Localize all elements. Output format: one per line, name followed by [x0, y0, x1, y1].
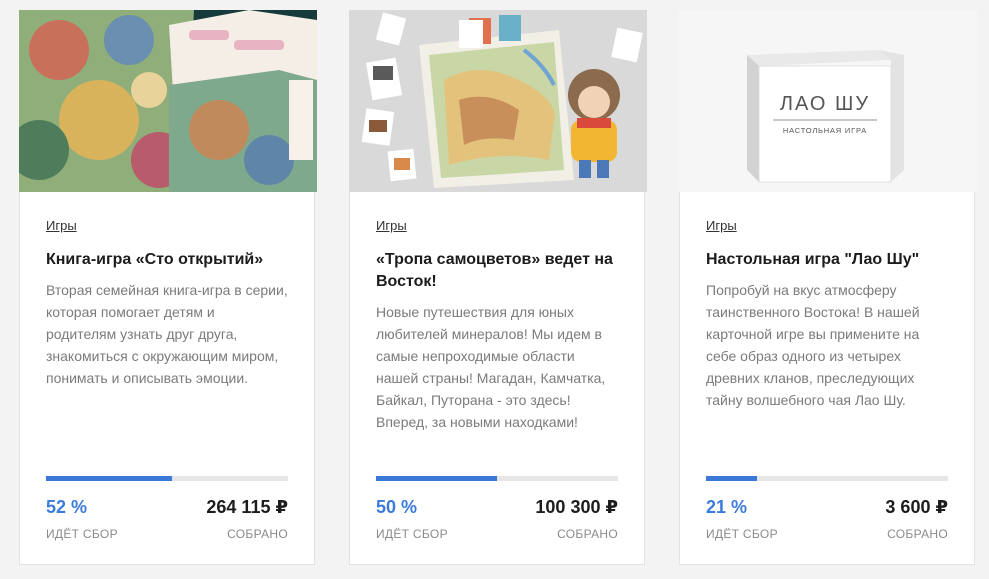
progress-fill: [376, 476, 497, 481]
status-label: ИДЁТ СБОР: [46, 527, 118, 541]
project-description: Новые путешествия для юных любителей мин…: [376, 304, 606, 430]
progress-fill: [46, 476, 172, 481]
percent-funded: 21 %: [706, 497, 748, 517]
project-title[interactable]: «Тропа самоцветов» ведет на Восток!: [376, 249, 618, 293]
project-description: Попробуй на вкус атмосферу таинственного…: [706, 282, 920, 408]
box-subtitle: НАСТОЛЬНАЯ ИГРА: [783, 126, 867, 135]
project-title[interactable]: Настольная игра "Лао Шу": [706, 249, 948, 271]
amount-collected: 264 115 ₽: [206, 497, 288, 517]
category-link[interactable]: Игры: [706, 218, 737, 233]
project-card[interactable]: ЛАО ШУ НАСТОЛЬНАЯ ИГРА Игры Настольная и…: [679, 10, 977, 565]
collected-label: СОБРАНО: [887, 527, 948, 541]
percent-funded: 50 %: [376, 497, 418, 517]
category-link[interactable]: Игры: [376, 218, 407, 233]
project-image[interactable]: ЛАО ШУ НАСТОЛЬНАЯ ИГРА: [679, 10, 977, 192]
project-card[interactable]: Игры «Тропа самоцветов» ведет на Восток!…: [349, 10, 647, 565]
box-title: ЛАО ШУ: [780, 93, 870, 115]
percent-funded: 52 %: [46, 497, 88, 517]
category-link[interactable]: Игры: [46, 218, 77, 233]
progress-bar: [706, 476, 948, 481]
status-label: ИДЁТ СБОР: [706, 527, 778, 541]
project-title[interactable]: Книга-игра «Сто открытий»: [46, 249, 288, 271]
project-card[interactable]: Игры Книга-игра «Сто открытий» Вторая се…: [19, 10, 317, 565]
project-image[interactable]: [349, 10, 647, 192]
collected-label: СОБРАНО: [227, 527, 288, 541]
project-image[interactable]: [19, 10, 317, 192]
progress-bar: [376, 476, 618, 481]
project-description: Вторая семейная книга-игра в серии, кото…: [46, 282, 288, 386]
amount-collected: 100 300 ₽: [535, 497, 618, 517]
progress-bar: [46, 476, 288, 481]
amount-collected: 3 600 ₽: [885, 497, 948, 517]
status-label: ИДЁТ СБОР: [376, 527, 448, 541]
progress-fill: [706, 476, 757, 481]
collected-label: СОБРАНО: [557, 527, 618, 541]
